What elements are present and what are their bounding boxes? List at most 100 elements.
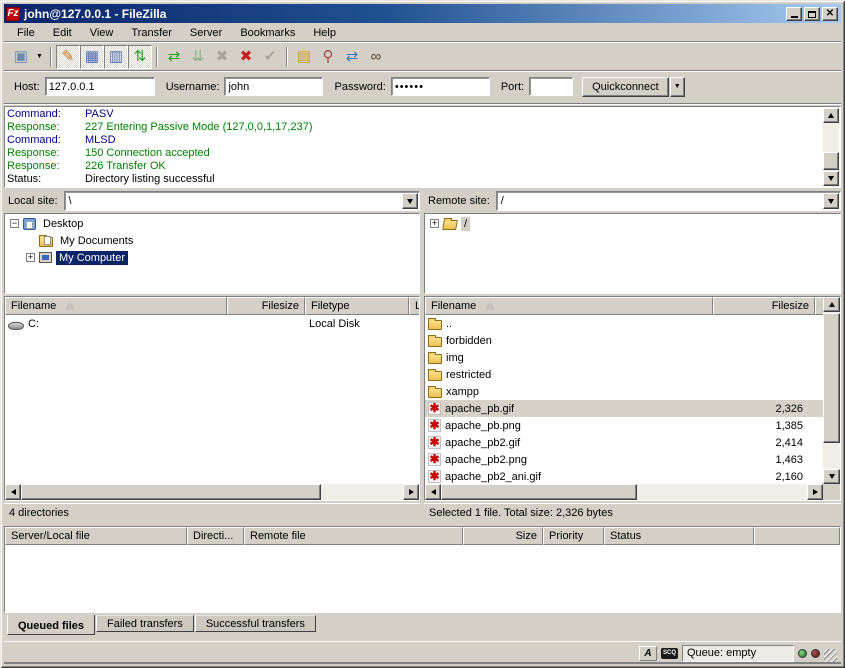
file-row-c[interactable]: C:Local Disk: [5, 315, 419, 332]
host-label: Host:: [14, 81, 40, 93]
filter-icon[interactable]: ▤: [292, 45, 316, 69]
menu-bookmarks[interactable]: Bookmarks: [231, 25, 304, 41]
log-line: Response:150 Connection accepted: [7, 147, 820, 160]
toggle-queue-icon[interactable]: ⇅: [128, 45, 152, 69]
local-site-value: \: [65, 195, 402, 207]
filename-text: ..: [446, 318, 452, 330]
remote-vscrollbar-thumb[interactable]: [823, 313, 840, 443]
disconnect-icon[interactable]: ✖: [234, 45, 258, 69]
column-header-filetype[interactable]: Filetype: [305, 297, 409, 315]
toolbar: ▣▼✎▦▥⇅⇄⇊✖✖✔▤⚲⇄∞: [4, 43, 841, 70]
tree-item-desktop[interactable]: −Desktop: [5, 215, 419, 232]
maximize-button[interactable]: [804, 7, 820, 21]
column-header-filesize[interactable]: Filesize: [227, 297, 305, 315]
column-header-label: Remote file: [250, 530, 306, 542]
remote-site-dropdown[interactable]: [823, 193, 839, 209]
file-row-img[interactable]: img: [425, 349, 840, 366]
tree-item-[interactable]: +/: [425, 215, 840, 232]
disconnect-icon-glyph: ✖: [240, 49, 253, 64]
tab-successful-transfers[interactable]: Successful transfers: [195, 615, 316, 632]
remote-vscrollbar[interactable]: [823, 297, 840, 484]
filename-text: xampp: [446, 386, 479, 398]
file-row-xampp[interactable]: xampp: [425, 383, 840, 400]
menu-file[interactable]: File: [8, 25, 44, 41]
remote-hscrollbar[interactable]: [425, 484, 823, 500]
reconnect-icon[interactable]: ✔: [258, 45, 282, 69]
column-header-directi[interactable]: Directi...: [187, 527, 244, 545]
tab-queued-files[interactable]: Queued files: [7, 615, 95, 635]
file-row-apache-pb-png[interactable]: ✱apache_pb.png1,385: [425, 417, 840, 434]
menu-edit[interactable]: Edit: [44, 25, 81, 41]
process-queue-icon[interactable]: ⇊: [186, 45, 210, 69]
title-bar[interactable]: Fz john@127.0.0.1 - FileZilla ✕: [4, 4, 841, 23]
file-row-[interactable]: ..: [425, 315, 840, 332]
port-input[interactable]: [529, 77, 573, 96]
log-line: Response:226 Transfer OK: [7, 160, 820, 173]
cancel-icon[interactable]: ✖: [210, 45, 234, 69]
pane-splitter[interactable]: [420, 191, 424, 522]
local-site-combo[interactable]: \: [64, 191, 420, 211]
compare-icon[interactable]: ⚲: [316, 45, 340, 69]
host-input[interactable]: [45, 77, 155, 96]
quickconnect-dropdown[interactable]: ▼: [670, 77, 685, 97]
refresh-icon[interactable]: ⇄: [162, 45, 186, 69]
filesize-text: 2,414: [713, 437, 807, 449]
sync-browsing-icon[interactable]: ⇄: [340, 45, 364, 69]
tab-failed-transfers[interactable]: Failed transfers: [96, 615, 194, 632]
log-scrollbar[interactable]: [823, 108, 839, 186]
local-site-label: Local site:: [8, 195, 58, 207]
close-button[interactable]: ✕: [822, 7, 838, 21]
remote-hscrollbar-thumb[interactable]: [441, 484, 637, 500]
file-row-apache-pb2-png[interactable]: ✱apache_pb2.png1,463: [425, 451, 840, 468]
site-manager-dropdown[interactable]: ▼: [33, 45, 46, 69]
column-header-label: Directi...: [193, 530, 233, 542]
file-row-restricted[interactable]: restricted: [425, 366, 840, 383]
local-hscrollbar[interactable]: [5, 484, 419, 500]
menu-transfer[interactable]: Transfer: [122, 25, 181, 41]
image-file-icon: ✱: [428, 436, 441, 449]
toggle-log-icon[interactable]: ✎: [56, 45, 80, 69]
tree-item-my-computer[interactable]: +My Computer: [5, 249, 419, 266]
column-header-filename[interactable]: Filename: [425, 297, 713, 315]
column-header-filesize[interactable]: Filesize: [713, 297, 815, 315]
log-scrollbar-thumb[interactable]: [823, 152, 839, 170]
toggle-remote-tree-icon[interactable]: ▥: [104, 45, 128, 69]
expand-icon[interactable]: +: [430, 219, 439, 228]
remote-tree: +/: [424, 213, 841, 294]
file-row-apache-pb2-gif[interactable]: ✱apache_pb2.gif2,414: [425, 434, 840, 451]
collapse-icon[interactable]: −: [10, 219, 19, 228]
column-header-size[interactable]: Size: [463, 527, 543, 545]
site-manager-icon[interactable]: ▣: [9, 45, 33, 69]
toggle-log-icon-glyph: ✎: [62, 49, 75, 64]
expand-icon[interactable]: +: [26, 253, 35, 262]
local-site-dropdown[interactable]: [402, 193, 418, 209]
tree-item-my-documents[interactable]: My Documents: [5, 232, 419, 249]
menu-server[interactable]: Server: [181, 25, 231, 41]
password-input[interactable]: [391, 77, 490, 96]
menu-view[interactable]: View: [81, 25, 123, 41]
column-header-filename[interactable]: Filename: [5, 297, 227, 315]
column-header-priority[interactable]: Priority: [543, 527, 604, 545]
file-row-forbidden[interactable]: forbidden: [425, 332, 840, 349]
resize-grip[interactable]: [824, 649, 837, 662]
file-row-apache-pb2-ani-gif[interactable]: ✱apache_pb2_ani.gif2,160: [425, 468, 840, 485]
minimize-button[interactable]: [786, 7, 802, 21]
column-header-label: Status: [610, 530, 641, 542]
toggle-local-tree-icon[interactable]: ▦: [80, 45, 104, 69]
column-header-l[interactable]: L: [409, 297, 420, 315]
quickconnect-button[interactable]: Quickconnect: [582, 77, 669, 97]
password-label: Password:: [334, 81, 385, 93]
column-header-remote-file[interactable]: Remote file: [244, 527, 463, 545]
filename-text: apache_pb.png: [445, 420, 521, 432]
menu-help[interactable]: Help: [304, 25, 345, 41]
file-row-apache-pb-gif[interactable]: ✱apache_pb.gif2,326: [425, 400, 840, 417]
local-hscrollbar-thumb[interactable]: [21, 484, 321, 500]
remote-site-combo[interactable]: /: [496, 191, 841, 211]
log-line-label: Command:: [7, 108, 85, 121]
column-header-status[interactable]: Status: [604, 527, 754, 545]
scroll-down-icon: [828, 176, 834, 181]
find-icon[interactable]: ∞: [364, 45, 388, 69]
image-file-icon: ✱: [428, 470, 441, 483]
username-input[interactable]: [224, 77, 323, 96]
column-header-server-local-file[interactable]: Server/Local file: [5, 527, 187, 545]
